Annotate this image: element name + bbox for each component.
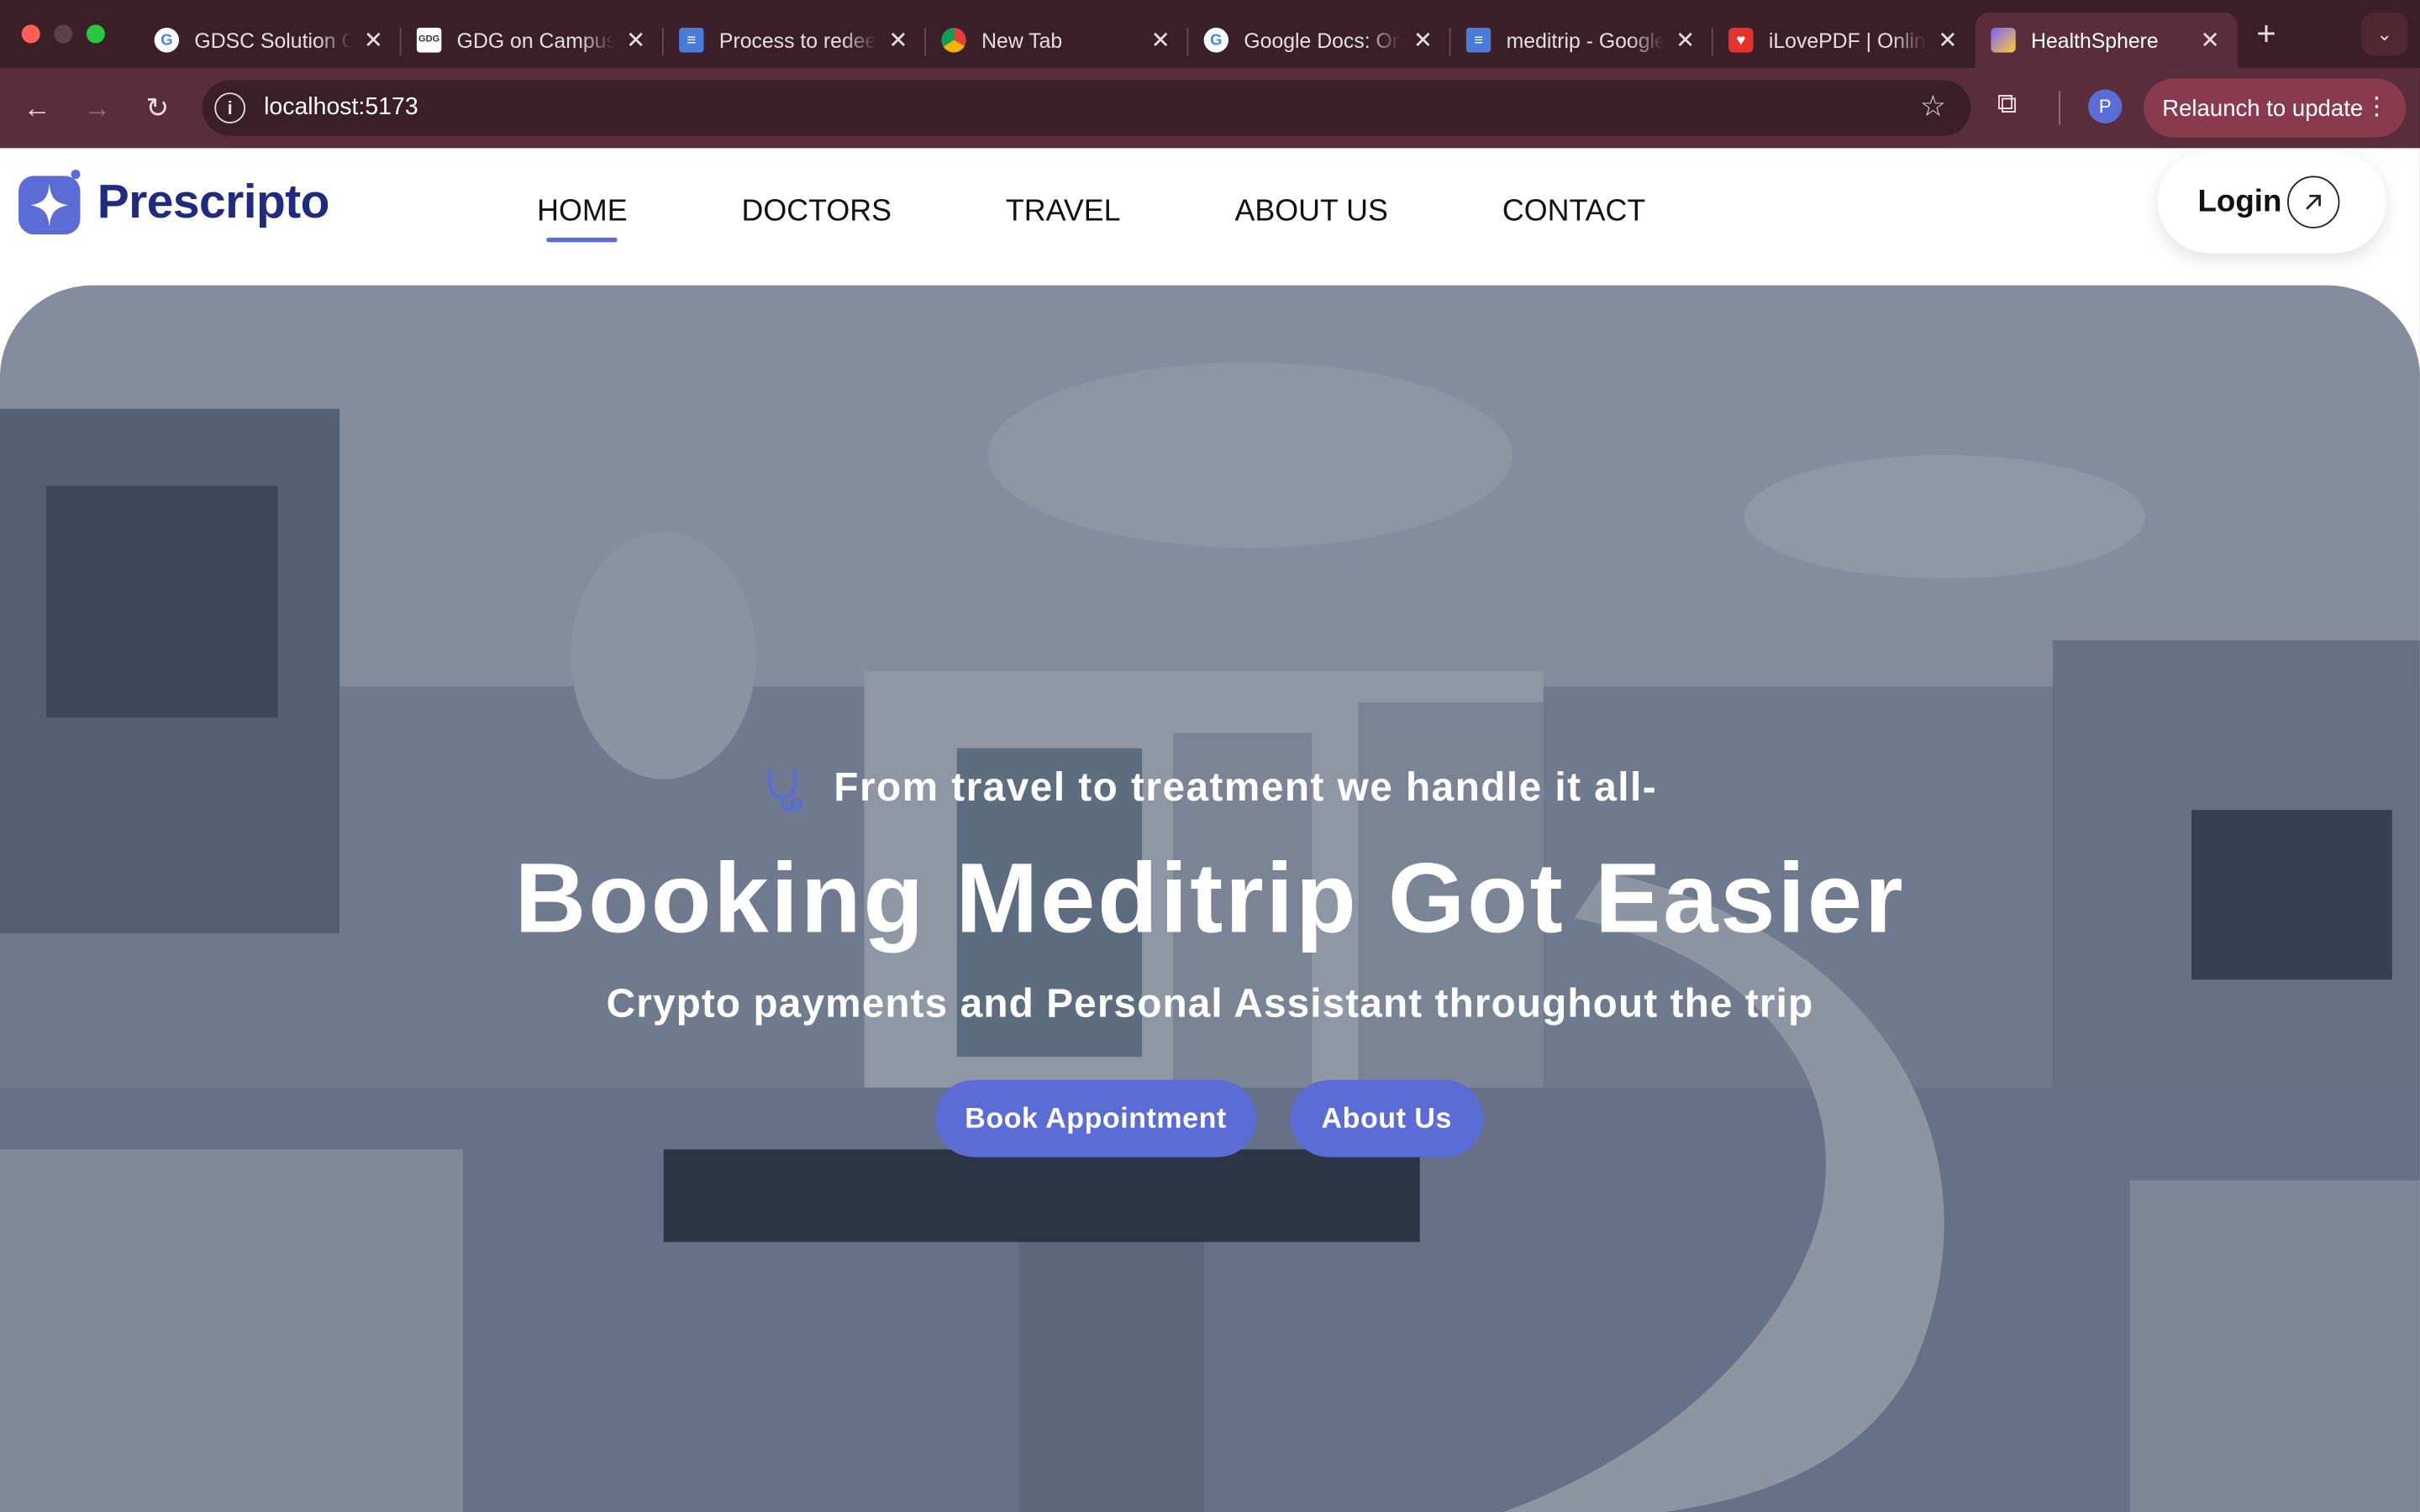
login-label: Login <box>2197 184 2282 218</box>
relaunch-button[interactable]: Relaunch to update ⋮ <box>2144 78 2407 138</box>
address-bar[interactable]: i localhost:5173 ☆ <box>202 80 1971 136</box>
healthsphere-icon <box>1991 28 2016 53</box>
close-tab-icon[interactable]: ✕ <box>2197 26 2222 54</box>
nav-doctors[interactable]: DOCTORS <box>742 194 892 229</box>
minimize-window-button[interactable] <box>54 24 73 44</box>
close-tab-icon[interactable]: ✕ <box>361 26 386 54</box>
hero-title: Booking Meditrip Got Easier <box>514 842 1906 954</box>
nav-contact[interactable]: CONTACT <box>1502 194 1645 229</box>
login-button[interactable]: Login <box>2157 150 2386 254</box>
nav-about-us[interactable]: ABOUT US <box>1235 194 1388 229</box>
tab-meditrip-doc[interactable]: ≡ meditrip - Google Docs ✕ <box>1450 13 1713 68</box>
close-window-button[interactable] <box>21 24 40 44</box>
tab-title: GDG on Campus <box>456 28 615 52</box>
tab-gdsc[interactable]: G GDSC Solution Challenge ✕ <box>139 13 402 68</box>
close-tab-icon[interactable]: ✕ <box>1149 26 1173 54</box>
back-arrow-icon[interactable]: ← <box>14 85 60 131</box>
docs-icon: ≡ <box>679 28 704 53</box>
hero-section: From travel to treatment we handle it al… <box>0 285 2420 1512</box>
new-tab-button[interactable]: + <box>2256 14 2276 55</box>
nav-home[interactable]: HOME <box>537 194 628 243</box>
browser-toolbar: ← → ↻ i localhost:5173 ☆ ⧉ P Relaunch to… <box>0 67 2420 149</box>
toolbar-divider <box>2059 91 2060 125</box>
web-page: Prescripto HOME DOCTORS TRAVEL ABOUT US … <box>0 148 2420 1512</box>
chrome-icon <box>941 28 966 53</box>
close-tab-icon[interactable]: ✕ <box>1673 26 1697 54</box>
main-nav: HOME DOCTORS TRAVEL ABOUT US CONTACT <box>537 194 1760 243</box>
screen: G GDSC Solution Challenge ✕ GDG GDG on C… <box>0 0 2420 1512</box>
tab-new-tab[interactable]: New Tab ✕ <box>926 13 1189 68</box>
tab-ilovepdf[interactable]: ♥ iLovePDF | Online ✕ <box>1713 13 1975 68</box>
tab-process[interactable]: ≡ Process to redeem ✕ <box>664 13 927 68</box>
tab-gdg[interactable]: GDG GDG on Campus ✕ <box>402 13 664 68</box>
close-tab-icon[interactable]: ✕ <box>1935 26 1960 54</box>
arrow-up-right-icon <box>2286 176 2340 228</box>
docs-icon: ≡ <box>1465 28 1491 53</box>
gdg-icon: GDG <box>416 28 442 53</box>
bookmark-star-icon[interactable]: ☆ <box>1920 90 1946 125</box>
brand-name: Prescripto <box>97 174 330 228</box>
tab-google-docs[interactable]: G Google Docs: Online ✕ <box>1188 13 1451 68</box>
extensions-puzzle-icon[interactable]: ⧉ <box>1997 88 2018 121</box>
hero-actions: Book Appointment About Us <box>935 1079 1484 1158</box>
tab-title: Google Docs: Online <box>1244 28 1401 52</box>
hero-tagline: From travel to treatment we handle it al… <box>0 764 2420 813</box>
url-text[interactable]: localhost:5173 <box>264 94 418 122</box>
tab-healthsphere[interactable]: HealthSphere ✕ <box>1975 12 2238 68</box>
tab-search-chevron-icon[interactable]: ⌄ <box>2361 12 2408 56</box>
tab-title: iLovePDF | Online <box>1768 28 1927 52</box>
nav-travel[interactable]: TRAVEL <box>1006 194 1121 229</box>
brand-logo-link[interactable]: Prescripto <box>18 170 330 235</box>
tab-title: GDSC Solution Challenge <box>194 28 351 52</box>
relaunch-label: Relaunch to update <box>2162 94 2364 122</box>
book-appointment-button[interactable]: Book Appointment <box>935 1079 1257 1158</box>
tab-title: Process to redeem <box>718 28 877 52</box>
maximize-window-button[interactable] <box>86 24 105 44</box>
reload-icon[interactable]: ↻ <box>134 85 181 131</box>
window-controls <box>21 24 105 44</box>
more-menu-icon[interactable]: ⋮ <box>2365 91 2389 122</box>
forward-arrow-icon[interactable]: → <box>74 85 120 131</box>
about-us-button[interactable]: About Us <box>1290 1079 1484 1158</box>
tab-title: meditrip - Google Docs <box>1506 28 1664 52</box>
close-tab-icon[interactable]: ✕ <box>623 26 648 54</box>
prescripto-logo-icon <box>18 170 81 235</box>
hero-tagline-text: From travel to treatment we handle it al… <box>834 764 1658 811</box>
site-info-icon[interactable]: i <box>214 92 246 123</box>
stethoscope-icon <box>768 769 803 811</box>
close-tab-icon[interactable]: ✕ <box>886 26 910 54</box>
tab-title: New Tab <box>981 28 1063 52</box>
hero-subtitle: Crypto payments and Personal Assistant t… <box>606 979 1814 1026</box>
tab-strip: G GDSC Solution Challenge ✕ GDG GDG on C… <box>0 0 2420 68</box>
ilovepdf-icon: ♥ <box>1728 28 1754 53</box>
profile-avatar[interactable]: P <box>2088 89 2123 123</box>
tab-title: HealthSphere <box>2031 28 2159 52</box>
google-icon: G <box>1203 28 1229 53</box>
google-icon: G <box>154 28 180 53</box>
close-tab-icon[interactable]: ✕ <box>1411 26 1435 54</box>
